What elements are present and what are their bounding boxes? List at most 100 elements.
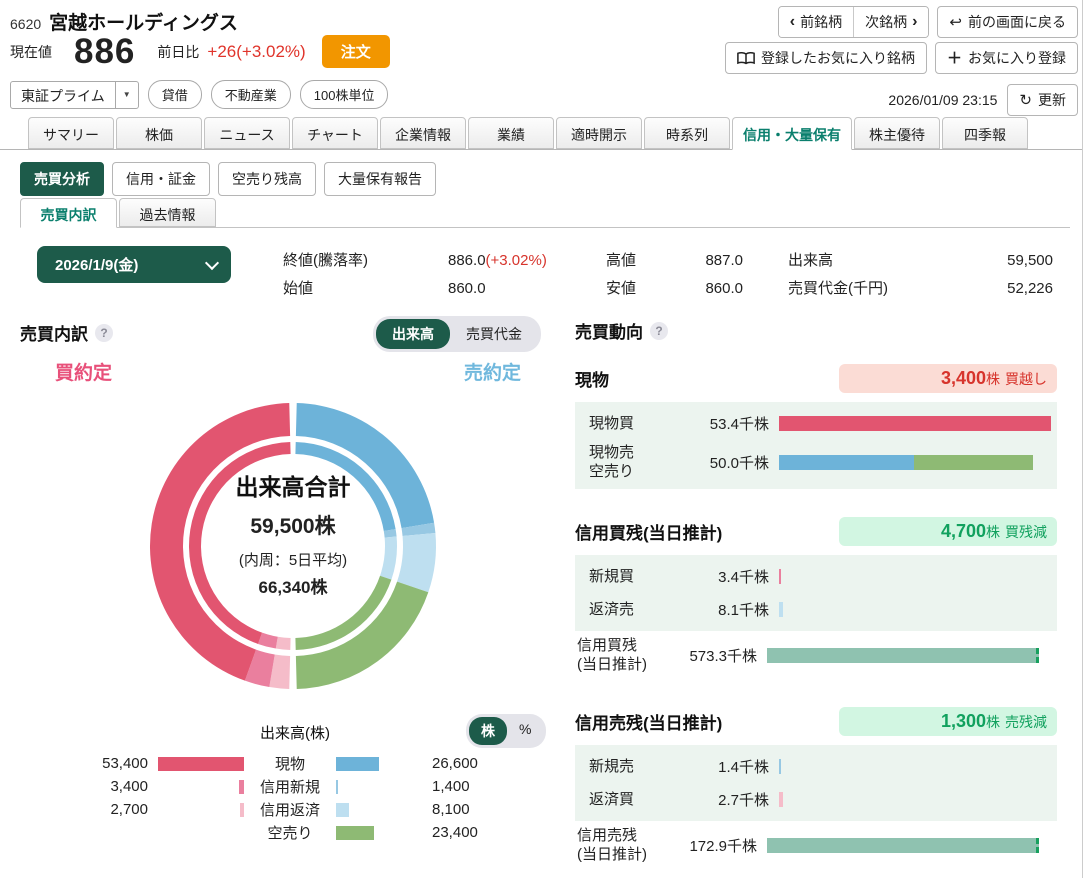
back-button[interactable]: ↩ 前の画面に戻る [937, 6, 1078, 38]
main-tab[interactable]: 企業情報 [380, 117, 466, 149]
badge-value: 3,400 [940, 367, 986, 388]
sell-executed-label: 売約定 [464, 363, 522, 384]
donut-inner-note: (内周：5日平均) [238, 552, 348, 569]
stock-code: 6620 [10, 16, 42, 32]
donut-segment [275, 636, 291, 650]
trend-bar [779, 759, 781, 774]
donut-total: 59,500株 [250, 515, 336, 538]
help-icon[interactable]: ? [95, 323, 113, 342]
donut-inner-total: 66,340株 [258, 578, 328, 597]
stock-name: 宮越ホールディングス [49, 13, 238, 34]
prev-stock-button[interactable]: ‹ 前銘柄 [778, 7, 854, 37]
trend-row: 返済買 2.7千株 [575, 783, 1057, 816]
prev-stock-label: 前銘柄 [800, 14, 843, 30]
trend-section-header: 信用買残(当日推計) 4,700 株買残減 [575, 515, 1057, 547]
refresh-button[interactable]: ↻ 更新 [1007, 84, 1078, 116]
trend-row-value: 1.4千株 [718, 759, 769, 776]
subnav-button[interactable]: 空売り残高 [218, 162, 316, 196]
trend-row: 現物買 53.4千株 [575, 407, 1057, 440]
main-tab[interactable]: 業績 [468, 117, 554, 149]
refresh-row: 2026/01/09 23:15 ↻ 更新 [888, 84, 1078, 116]
volume-legend: 53,400 現物 26,600 3,400 信用新規 1,400 2,700 信用返済 8,1… [56, 752, 524, 844]
trend-panel: 新規買 3.4千株 返済売 8.1千株 [575, 555, 1057, 631]
order-button[interactable]: 注文 [321, 35, 390, 68]
market-select[interactable]: 東証プライム ▼ [10, 80, 139, 109]
date-select[interactable]: 2026/1/9(金) [37, 246, 231, 283]
current-price-label: 現在値 [10, 43, 52, 60]
volume-label: 出来高 [788, 252, 834, 269]
trend-row-value: 172.9千株 [689, 837, 757, 855]
subnav-button[interactable]: 大量保有報告 [324, 162, 436, 196]
legend-sell-value: 8,100 [432, 801, 470, 818]
main-tab-bar: サマリー 株価 ニュース チャート 企業情報 業績 適時開示 時系列 信用・大量保有 株主優待 四季… [0, 117, 1082, 150]
legend-sell-bar [336, 802, 349, 817]
stock-tag[interactable]: 貸借 [147, 80, 202, 109]
subnav-button[interactable]: 売買分析 [20, 162, 104, 196]
next-stock-label: 次銘柄 [865, 14, 908, 30]
daily-summary: 終値(騰落率) 886.0(+3.02%) 高値 887.0 出来高 59,50… [283, 247, 1053, 303]
legend-label: 空売り [267, 825, 313, 842]
toggle-option[interactable]: 売買代金 [450, 319, 538, 349]
legend-buy-bar-cell [158, 779, 244, 794]
market-select-value: 東証プライム [21, 87, 105, 104]
main-tab[interactable]: 四季報 [942, 117, 1028, 149]
trend-row: 返済売 8.1千株 [575, 593, 1057, 626]
trend-row-bars [767, 647, 1043, 663]
stock-tag[interactable]: 不動産業 [210, 80, 291, 109]
chevron-down-icon: ▼ [114, 81, 138, 108]
trend-row-bars [779, 569, 1055, 584]
trend-row-label: 信用売残 (当日推計) [577, 826, 647, 864]
low-value: 860.0 [705, 280, 743, 297]
date-select-value: 2026/1/9(金) [55, 257, 139, 274]
stock-tag[interactable]: 100株単位 [299, 80, 389, 109]
help-icon[interactable]: ? [650, 321, 668, 340]
main-tab[interactable]: ニュース [204, 117, 290, 149]
unit-toggle-option[interactable]: 株 [469, 717, 507, 745]
trend-section: 信用買残(当日推計) 4,700 株買残減 新規買 3.4千株 返済売 8.1千株 信用買残 … [575, 515, 1057, 679]
main-tab[interactable]: 株主優待 [854, 117, 940, 149]
favorite-add-label: お気に入り登録 [968, 50, 1066, 66]
trend-badge: 1,300 株売残減 [839, 706, 1057, 736]
trend-row-value: 2.7千株 [718, 792, 769, 809]
next-stock-button[interactable]: 次銘柄 › [853, 7, 929, 37]
legend-sell-bar-cell [336, 802, 422, 817]
main-tab[interactable]: 株価 [116, 117, 202, 149]
trend-row-label: 現物売 空売り [589, 443, 635, 481]
content-right-border [1082, 0, 1083, 878]
toggle-option[interactable]: 出来高 [376, 319, 450, 349]
legend-buy-value: 3,400 [110, 778, 148, 795]
inner-tab-bar: 売買内訳 過去情報 [20, 198, 1070, 228]
change-value: +26(+3.02%) [207, 41, 306, 61]
close-label: 終値(騰落率) [283, 252, 368, 269]
subnav-button[interactable]: 信用・証金 [112, 162, 210, 196]
main-tab[interactable]: チャート [292, 117, 378, 149]
residual-bar [767, 837, 1039, 853]
main-tab[interactable]: 信用・大量保有 [732, 117, 852, 150]
breakdown-title: 売買内訳 [20, 325, 88, 344]
turnover-label: 売買代金(千円) [788, 280, 888, 297]
prev-next-group: ‹ 前銘柄 次銘柄 › [777, 6, 930, 38]
trend-row-bars [779, 416, 1055, 431]
legend-buy-value: 53,400 [102, 755, 148, 772]
trend-badge: 3,400 株買越し [839, 363, 1057, 393]
legend-sell-bar [336, 825, 374, 840]
refresh-label: 更新 [1038, 92, 1066, 108]
badge-value: 1,300 [940, 710, 986, 731]
current-price: 886 [74, 32, 136, 71]
high-value: 887.0 [705, 252, 743, 269]
badge-label: 買残減 [1005, 523, 1047, 540]
chevron-down-icon [204, 255, 220, 270]
legend-label: 信用返済 [259, 802, 320, 819]
main-tab[interactable]: 適時開示 [556, 117, 642, 149]
unit-toggle-option[interactable]: % [507, 717, 543, 745]
trend-row-bars [779, 759, 1055, 774]
favorite-list-button[interactable]: 登録したお気に入り銘柄 [724, 42, 927, 74]
inner-tab[interactable]: 売買内訳 [20, 198, 117, 228]
trend-row-label: 新規売 [589, 757, 635, 775]
inner-tab[interactable]: 過去情報 [119, 198, 216, 227]
trend-row-label: 新規買 [589, 567, 635, 585]
trend-panel: 現物買 53.4千株 現物売 空売り 50.0千株 [575, 402, 1057, 489]
favorite-add-button[interactable]: ＋ お気に入り登録 [934, 42, 1078, 74]
main-tab[interactable]: サマリー [28, 117, 114, 149]
main-tab[interactable]: 時系列 [644, 117, 730, 149]
